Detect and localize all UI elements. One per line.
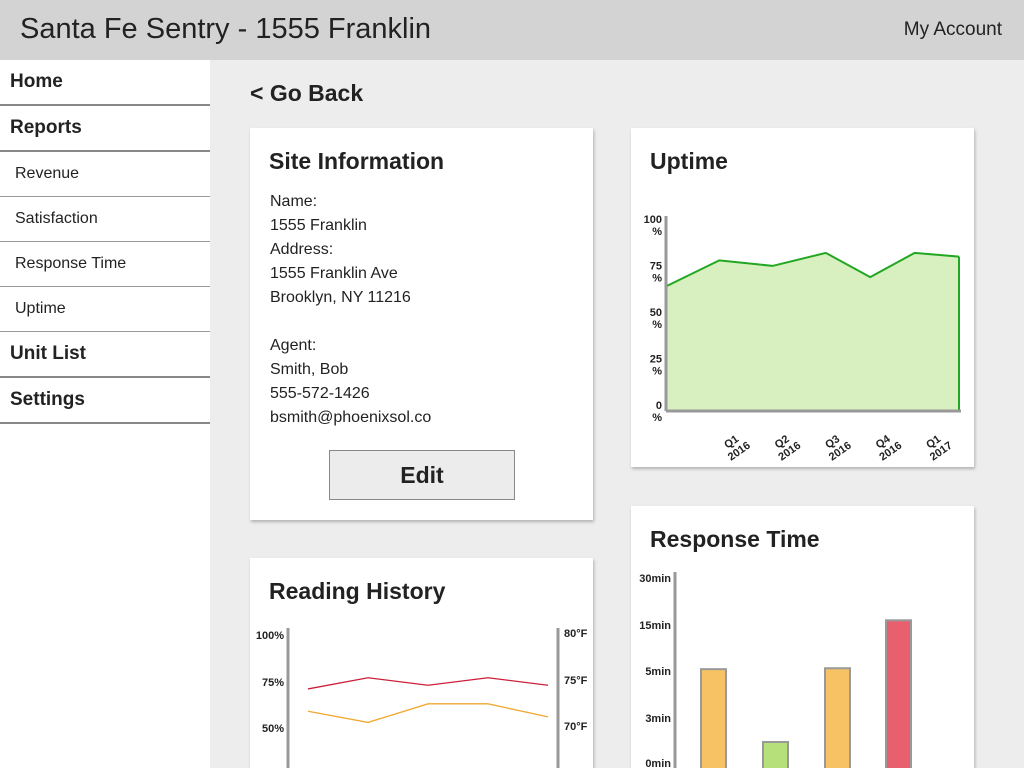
- card-title: Site Information: [269, 148, 445, 174]
- site-information-card: Site Information Name: 1555 Franklin Add…: [250, 128, 593, 520]
- y-tick-label: 15min: [639, 620, 671, 632]
- address-label: Address:: [270, 241, 334, 258]
- x-tick-label: Q22016: [769, 430, 803, 464]
- response-time-card: Response Time 30min 15min 5min 3min 0min: [631, 506, 974, 768]
- sidebar-item-response-time[interactable]: Response Time: [0, 242, 210, 287]
- response-time-chart: 30min 15min 5min 3min 0min: [639, 572, 912, 768]
- left-y-tick-label: 50%: [262, 723, 284, 735]
- sidebar-item-settings[interactable]: Settings: [0, 378, 210, 424]
- uptime-area: [666, 252, 959, 411]
- y-tick-label: 50: [650, 307, 662, 319]
- agent-email: bsmith@phoenixsol.co: [270, 409, 432, 426]
- response-bar: [885, 619, 912, 768]
- y-tick-label: 0min: [645, 758, 671, 768]
- y-tick-label: 30min: [639, 573, 671, 585]
- right-y-tick-label: 70°F: [564, 721, 588, 733]
- response-bar: [824, 667, 851, 768]
- reading-history-chart: 100% 75% 50% 80°F 75°F 70°F: [256, 628, 588, 768]
- sidebar-item-unit-list[interactable]: Unit List: [0, 332, 210, 378]
- y-tick-label: %: [652, 319, 662, 331]
- y-tick-label: %: [652, 226, 662, 238]
- app-title: Santa Fe Sentry - 1555 Franklin: [20, 13, 432, 45]
- y-tick-label: 5min: [645, 666, 671, 678]
- my-account-link[interactable]: My Account: [904, 19, 1002, 41]
- uptime-card: Uptime 100% 75% 50% 25% 0% Q12016 Q22016 Q32016…: [631, 128, 974, 467]
- response-bar: [762, 741, 789, 768]
- x-tick-label: Q42016: [870, 430, 904, 464]
- y-tick-label: 0: [656, 400, 662, 412]
- x-tick-label: Q12016: [719, 430, 753, 464]
- sidebar-item-revenue[interactable]: Revenue: [0, 152, 210, 197]
- y-tick-label: %: [652, 273, 662, 285]
- agent-name: Smith, Bob: [270, 361, 349, 378]
- right-y-tick-label: 75°F: [564, 675, 588, 687]
- agent-label: Agent:: [270, 337, 317, 354]
- y-tick-label: %: [652, 366, 662, 378]
- x-tick-label: Q12017: [921, 430, 955, 464]
- agent-phone: 555-572-1426: [270, 385, 370, 402]
- address-line-1: 1555 Franklin Ave: [270, 265, 398, 282]
- go-back-link[interactable]: < Go Back: [250, 80, 363, 107]
- response-bar: [700, 668, 727, 768]
- sidebar-item-home[interactable]: Home: [0, 60, 210, 106]
- site-name: 1555 Franklin: [270, 217, 367, 234]
- name-label: Name:: [270, 193, 318, 210]
- left-y-tick-label: 75%: [262, 677, 284, 689]
- x-tick-label: Q32016: [820, 430, 854, 464]
- y-tick-label: %: [652, 412, 662, 424]
- y-tick-label: 25: [650, 354, 662, 366]
- reading-history-card: Reading History 100% 75% 50% 80°F 75°F 70°F: [250, 558, 593, 768]
- sidebar-item-reports[interactable]: Reports: [0, 106, 210, 152]
- y-tick-label: 75: [650, 261, 662, 273]
- edit-button[interactable]: Edit: [329, 450, 515, 500]
- uptime-chart: 100%75%50%25%0%Q12016 Q22016 Q32016 Q42016 Q…: [644, 214, 961, 464]
- left-y-tick-label: 100%: [256, 630, 284, 642]
- address-line-2: Brooklyn, NY 11216: [270, 289, 411, 306]
- site-info-details: Name: 1555 Franklin Address: 1555 Frankl…: [270, 190, 431, 430]
- reading-series-line-2: [307, 703, 549, 724]
- right-y-tick-label: 80°F: [564, 628, 588, 640]
- sidebar: Home Reports Revenue Satisfaction Respon…: [0, 60, 210, 768]
- sidebar-item-satisfaction[interactable]: Satisfaction: [0, 197, 210, 242]
- y-tick-label: 3min: [645, 713, 671, 725]
- top-bar: Santa Fe Sentry - 1555 Franklin My Accou…: [0, 0, 1024, 60]
- sidebar-item-uptime[interactable]: Uptime: [0, 287, 210, 332]
- reading-series-line-1: [307, 677, 549, 690]
- y-tick-label: 100: [644, 214, 662, 226]
